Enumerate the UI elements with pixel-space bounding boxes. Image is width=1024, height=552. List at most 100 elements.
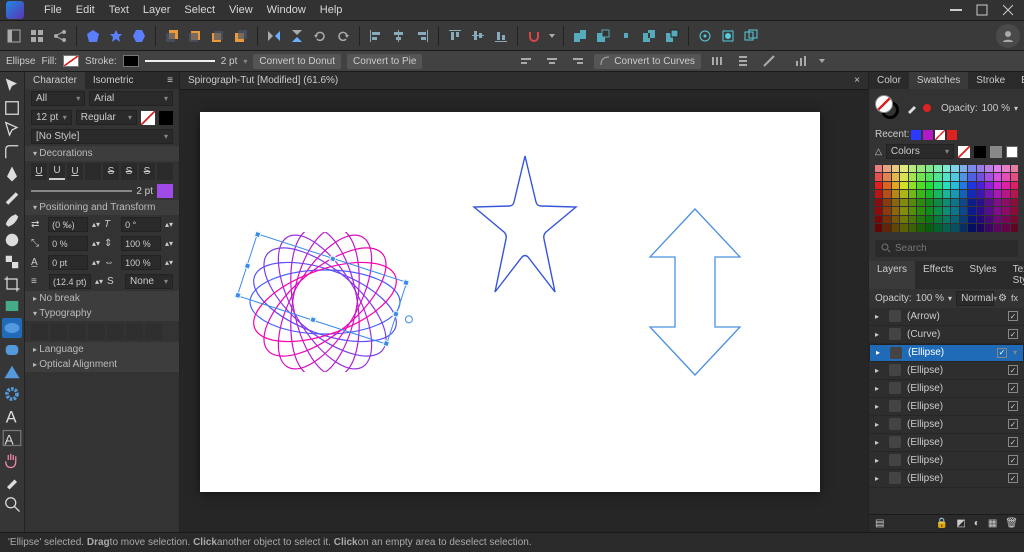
tab-character[interactable]: Character: [25, 72, 85, 89]
swatch-cell[interactable]: [994, 165, 1001, 172]
boolean-divide-icon[interactable]: [662, 26, 682, 46]
shape-pentagon-icon[interactable]: [83, 26, 103, 46]
scale-h-input[interactable]: 100 %: [121, 236, 161, 251]
text-fill-swatch[interactable]: [141, 111, 155, 125]
ctx-align-1[interactable]: [516, 51, 536, 71]
section-optical[interactable]: ▸ Optical Alignment: [25, 357, 179, 372]
canvas-area[interactable]: Spirograph-Tut [Modified] (61.6%) ×: [180, 72, 868, 532]
artboard-tool[interactable]: [2, 98, 22, 118]
arrow-shape[interactable]: [640, 207, 750, 377]
swatch-cell[interactable]: [909, 182, 916, 189]
swatch-cell[interactable]: [951, 190, 958, 197]
layer-opacity-value[interactable]: 100 %: [916, 293, 944, 304]
script-select[interactable]: None: [125, 274, 173, 289]
swatch-cell[interactable]: [1002, 224, 1009, 231]
swatch-cell[interactable]: [1011, 207, 1018, 214]
tab-swatches[interactable]: Swatches: [909, 72, 968, 89]
swatch-cell[interactable]: [1002, 199, 1009, 206]
swatch-cell[interactable]: [892, 173, 899, 180]
swatch-cell[interactable]: [951, 224, 958, 231]
typo-6[interactable]: [126, 323, 143, 340]
swatch-cell[interactable]: [926, 216, 933, 223]
convert-curves-button[interactable]: Convert to Curves: [594, 54, 701, 69]
ctx-distrib-3[interactable]: [759, 51, 779, 71]
shear-input[interactable]: 0 °: [121, 217, 161, 232]
swatch-cell[interactable]: [934, 173, 941, 180]
typo-1[interactable]: [31, 323, 48, 340]
rotate-cw-icon[interactable]: [333, 26, 353, 46]
section-nobreak[interactable]: ▸ No break: [25, 291, 179, 306]
brush-tool[interactable]: [2, 208, 22, 228]
menu-file[interactable]: File: [44, 4, 62, 16]
swatch-cell[interactable]: [883, 182, 890, 189]
swatch-cell[interactable]: [883, 165, 890, 172]
typo-3[interactable]: [69, 323, 86, 340]
swatch-cell[interactable]: [943, 224, 950, 231]
window-close-icon[interactable]: [1002, 4, 1014, 16]
section-positioning[interactable]: ▾ Positioning and Transform: [25, 200, 179, 215]
order-forward-icon[interactable]: [185, 26, 205, 46]
swatch-cell[interactable]: [1002, 207, 1009, 214]
layer-lock-icon[interactable]: 🔒: [936, 518, 948, 529]
node-tool[interactable]: [2, 120, 22, 140]
section-decorations[interactable]: ▾ Decorations: [25, 146, 179, 161]
layer-row[interactable]: ▸(Ellipse)✓: [869, 416, 1024, 434]
layer-row[interactable]: ▸(Curve)✓: [869, 326, 1024, 344]
corner-tool[interactable]: [2, 142, 22, 162]
horizontal-scrollbar[interactable]: [180, 522, 868, 532]
swatch-cell[interactable]: [909, 165, 916, 172]
spirograph-shape[interactable]: [245, 232, 405, 372]
align-top-icon[interactable]: [445, 26, 465, 46]
tab-layers[interactable]: Layers: [869, 261, 915, 289]
layers-expand-icon[interactable]: ▤: [875, 518, 884, 529]
tab-textstyles[interactable]: Text Styles: [1005, 261, 1024, 289]
kerning-input[interactable]: 0 %: [48, 236, 88, 251]
swatch-cell[interactable]: [875, 207, 882, 214]
order-backward-icon[interactable]: [208, 26, 228, 46]
layer-visible-checkbox[interactable]: ✓: [1008, 311, 1018, 321]
swatch-cell[interactable]: [977, 182, 984, 189]
swatch-cell[interactable]: [883, 190, 890, 197]
swatch-cell[interactable]: [968, 216, 975, 223]
text-stroke-swatch[interactable]: [159, 111, 173, 125]
ctx-align-3[interactable]: [568, 51, 588, 71]
shape-hex-icon[interactable]: [129, 26, 149, 46]
swatch-cell[interactable]: [892, 207, 899, 214]
fill-tool[interactable]: [2, 230, 22, 250]
swatch-cell[interactable]: [926, 182, 933, 189]
swatch-cell[interactable]: [900, 207, 907, 214]
recent-color-3[interactable]: [935, 130, 945, 140]
swatch-cell[interactable]: [934, 182, 941, 189]
swatch-cell[interactable]: [968, 224, 975, 231]
layer-visible-checkbox[interactable]: ✓: [1008, 473, 1018, 483]
panel-menu-icon[interactable]: ≡: [161, 72, 179, 89]
shape-rounded-tool[interactable]: [2, 340, 22, 360]
layer-row[interactable]: ▸(Ellipse)✓: [869, 434, 1024, 452]
scale-v-input[interactable]: 100 %: [121, 255, 161, 270]
swatch-cell[interactable]: [926, 173, 933, 180]
layer-row[interactable]: ▸(Ellipse)✓: [869, 344, 1024, 362]
underline-1-button[interactable]: U: [31, 163, 47, 180]
swatch-cell[interactable]: [977, 216, 984, 223]
swatch-cell[interactable]: [994, 216, 1001, 223]
swatch-cell[interactable]: [994, 207, 1001, 214]
swatch-cell[interactable]: [934, 224, 941, 231]
swatch-cell[interactable]: [1011, 199, 1018, 206]
swatch-cell[interactable]: [883, 224, 890, 231]
swatch-cell[interactable]: [943, 216, 950, 223]
swatch-cell[interactable]: [934, 216, 941, 223]
swatch-cell[interactable]: [1011, 165, 1018, 172]
shape-rect-tool[interactable]: [2, 296, 22, 316]
swatch-cell[interactable]: [943, 190, 950, 197]
swatch-cell[interactable]: [892, 199, 899, 206]
swatch-cell[interactable]: [900, 173, 907, 180]
palette-black-swatch[interactable]: [974, 146, 986, 158]
close-document-icon[interactable]: ×: [854, 75, 860, 86]
swatch-cell[interactable]: [1011, 182, 1018, 189]
swatch-cell[interactable]: [892, 182, 899, 189]
swatch-cell[interactable]: [977, 190, 984, 197]
swatch-cell[interactable]: [960, 182, 967, 189]
swatch-cell[interactable]: [943, 199, 950, 206]
swatch-cell[interactable]: [943, 182, 950, 189]
swatch-cell[interactable]: [892, 165, 899, 172]
